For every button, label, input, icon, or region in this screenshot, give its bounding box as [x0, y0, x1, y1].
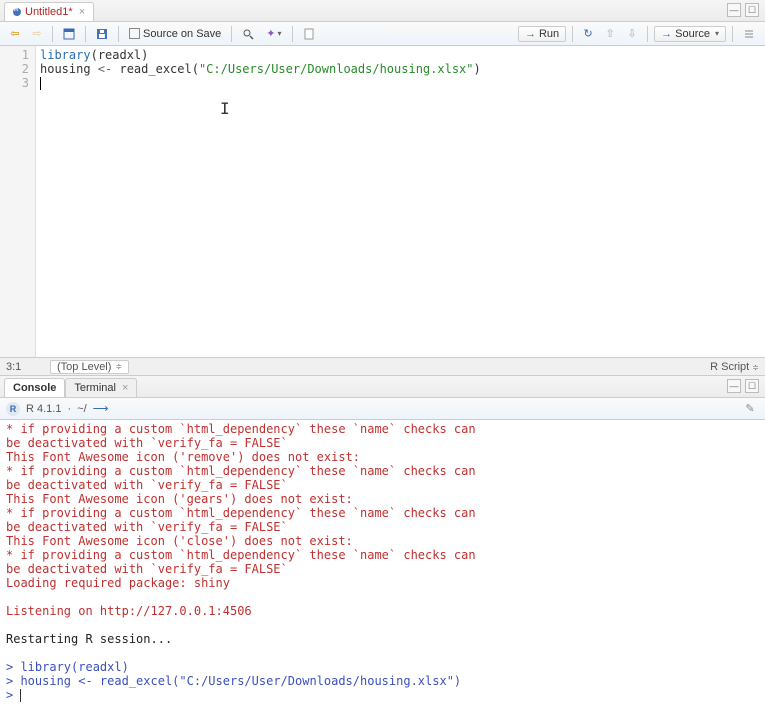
go-up-button[interactable]: ⇧	[601, 25, 619, 43]
rerun-button[interactable]: ↻	[579, 25, 597, 43]
r-version: R 4.1.1	[26, 403, 61, 415]
code-area[interactable]: library(readxl) housing <- read_excel("C…	[36, 46, 765, 357]
line-gutter: 1 2 3	[0, 46, 36, 357]
open-dir-icon[interactable]: ⟶	[93, 402, 109, 415]
forward-button[interactable]: ⇨	[28, 25, 46, 43]
code-tools-button[interactable]: ✦▾	[262, 25, 285, 43]
scope-selector[interactable]: (Top Level)≑	[50, 360, 129, 374]
working-dir[interactable]: ~/	[77, 403, 86, 415]
clear-console-icon[interactable]: ✎	[741, 400, 759, 418]
maximize-pane-icon[interactable]: ☐	[745, 379, 759, 393]
source-tabstrip: Untitled1* × — ☐	[0, 0, 765, 22]
console-output[interactable]: * if providing a custom `html_dependency…	[0, 420, 765, 704]
go-down-button[interactable]: ⇩	[623, 25, 641, 43]
text-cursor-icon: I	[220, 102, 230, 116]
source-on-save-checkbox[interactable]: Source on Save	[125, 25, 225, 43]
find-button[interactable]	[238, 25, 258, 43]
source-button[interactable]: →Source▾	[654, 26, 726, 42]
r-script-icon	[13, 8, 21, 16]
minimize-pane-icon[interactable]: —	[727, 379, 741, 393]
language-selector[interactable]: R Script ≑	[710, 361, 759, 373]
console-tabstrip: Console Terminal× — ☐	[0, 376, 765, 398]
minimize-pane-icon[interactable]: —	[727, 3, 741, 17]
console-pane: Console Terminal× — ☐ R R 4.1.1 · ~/ ⟶ ✎…	[0, 376, 765, 704]
console-toolbar: R R 4.1.1 · ~/ ⟶ ✎	[0, 398, 765, 420]
back-button[interactable]: ⇦	[6, 25, 24, 43]
line-number: 2	[0, 62, 29, 76]
tab-terminal[interactable]: Terminal×	[65, 378, 137, 397]
r-logo-icon: R	[6, 402, 20, 416]
source-toolbar: ⇦ ⇨ Source on Save ✦▾ →Run ↻ ⇧ ⇩ →Source…	[0, 22, 765, 46]
tab-title: Untitled1*	[25, 6, 73, 18]
show-in-new-window-button[interactable]	[59, 25, 79, 43]
close-icon[interactable]: ×	[122, 382, 128, 394]
close-icon[interactable]: ×	[79, 6, 85, 18]
tab-console[interactable]: Console	[4, 378, 65, 397]
code-editor[interactable]: 1 2 3 library(readxl) housing <- read_ex…	[0, 46, 765, 357]
source-statusbar: 3:1 (Top Level)≑ R Script ≑	[0, 357, 765, 375]
maximize-pane-icon[interactable]: ☐	[745, 3, 759, 17]
outline-button[interactable]	[739, 25, 759, 43]
line-number: 1	[0, 48, 29, 62]
cursor-position: 3:1	[6, 361, 46, 373]
source-tab-untitled1[interactable]: Untitled1* ×	[4, 2, 94, 21]
save-button[interactable]	[92, 25, 112, 43]
source-pane: Untitled1* × — ☐ ⇦ ⇨ Source on Save ✦▾ →…	[0, 0, 765, 376]
compile-report-button[interactable]	[299, 25, 319, 43]
run-button[interactable]: →Run	[518, 26, 566, 42]
line-number: 3	[0, 76, 29, 90]
